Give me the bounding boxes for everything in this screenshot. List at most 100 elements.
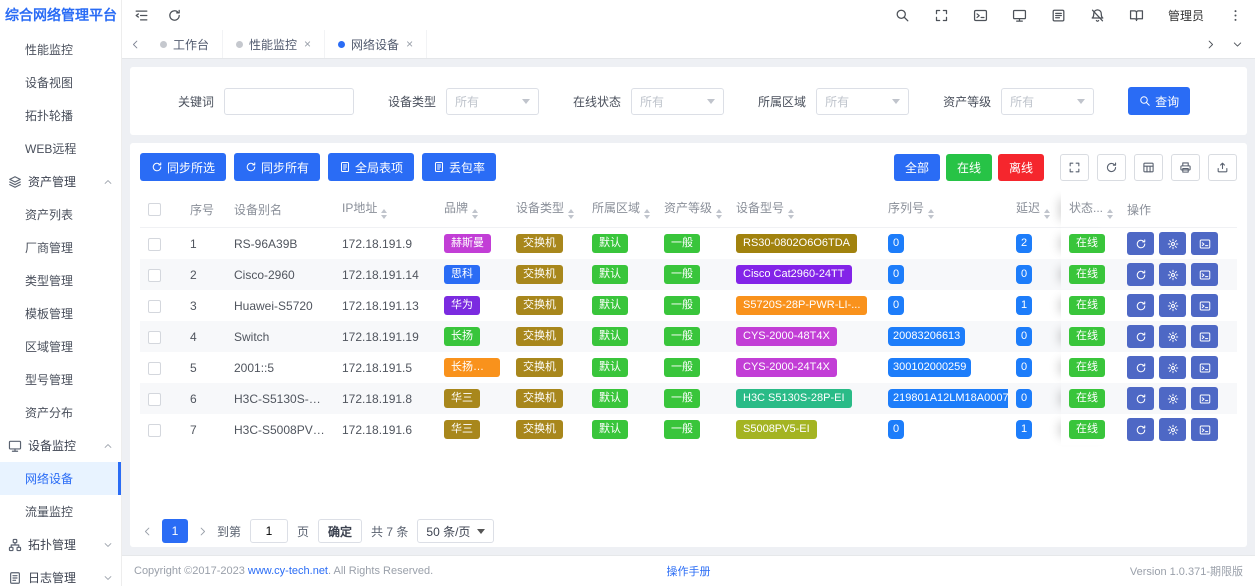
- tab-close-icon[interactable]: ×: [304, 38, 311, 50]
- sidebar-item-0[interactable]: 性能监控: [0, 33, 121, 66]
- column-header-status[interactable]: 状态...: [1061, 191, 1119, 228]
- sidebar-item-3[interactable]: WEB远程: [0, 132, 121, 165]
- status-filter-2[interactable]: 离线: [998, 154, 1044, 181]
- tab-2[interactable]: 网络设备×: [325, 30, 427, 58]
- tab-0[interactable]: 工作台: [147, 30, 223, 58]
- search-button[interactable]: 查询: [1128, 87, 1190, 115]
- more-icon[interactable]: [1228, 8, 1243, 23]
- row-checkbox[interactable]: [148, 393, 161, 406]
- sidebar-item-14[interactable]: 流量监控: [0, 495, 121, 528]
- keyword-input[interactable]: [224, 88, 354, 115]
- row-action-sync-button[interactable]: [1127, 232, 1154, 255]
- column-header-model[interactable]: 设备型号: [728, 191, 880, 228]
- sidebar-item-5[interactable]: 资产列表: [0, 198, 121, 231]
- toolbar-button-2[interactable]: 全局表项: [328, 153, 414, 181]
- sidebar-group-12[interactable]: 设备监控: [0, 429, 121, 462]
- refresh-icon[interactable]: [167, 8, 182, 23]
- tab-close-icon[interactable]: ×: [406, 38, 413, 50]
- columns-icon[interactable]: [1134, 154, 1163, 181]
- sidebar-item-8[interactable]: 模板管理: [0, 297, 121, 330]
- row-checkbox[interactable]: [148, 424, 161, 437]
- monitor-icon[interactable]: [1012, 8, 1027, 23]
- sidebar-item-13[interactable]: 网络设备: [0, 462, 121, 495]
- column-header-ip[interactable]: IP地址: [334, 191, 436, 228]
- tabs-scroll-right-icon[interactable]: [1205, 39, 1216, 50]
- sort-icon[interactable]: [716, 209, 722, 219]
- sort-icon[interactable]: [472, 209, 478, 219]
- page-size-select[interactable]: 50 条/页: [417, 519, 494, 543]
- sidebar-item-11[interactable]: 资产分布: [0, 396, 121, 429]
- row-action-sync-button[interactable]: [1127, 325, 1154, 348]
- sort-icon[interactable]: [788, 209, 794, 219]
- sidebar-item-7[interactable]: 类型管理: [0, 264, 121, 297]
- row-action-terminal-button[interactable]: [1191, 232, 1218, 255]
- sort-icon[interactable]: [928, 209, 934, 219]
- manual-link[interactable]: 操作手册: [667, 563, 711, 579]
- terminal-icon[interactable]: [973, 8, 988, 23]
- filter-select-3[interactable]: 所有: [1001, 88, 1094, 115]
- toolbar-button-3[interactable]: 丢包率: [422, 153, 496, 181]
- collapse-menu-icon[interactable]: [134, 8, 149, 23]
- select-all-checkbox[interactable]: [148, 203, 161, 216]
- row-checkbox[interactable]: [148, 269, 161, 282]
- row-action-gear-button[interactable]: [1159, 387, 1186, 410]
- row-action-terminal-button[interactable]: [1191, 356, 1218, 379]
- filter-select-0[interactable]: 所有: [446, 88, 539, 115]
- website-link[interactable]: www.cy-tech.net: [248, 565, 328, 577]
- sort-icon[interactable]: [644, 209, 650, 219]
- expand-icon[interactable]: [1060, 154, 1089, 181]
- sort-icon[interactable]: [568, 209, 574, 219]
- goto-page-input[interactable]: [250, 519, 288, 543]
- search-icon[interactable]: [895, 8, 910, 23]
- row-checkbox[interactable]: [148, 362, 161, 375]
- row-checkbox[interactable]: [148, 331, 161, 344]
- user-menu[interactable]: 管理员: [1168, 7, 1204, 24]
- column-header-region[interactable]: 所属区域: [584, 191, 656, 228]
- fullscreen-icon[interactable]: [934, 8, 949, 23]
- column-header-level[interactable]: 资产等级: [656, 191, 728, 228]
- tabs-menu-chevron-down-icon[interactable]: [1232, 39, 1243, 50]
- sidebar-item-9[interactable]: 区域管理: [0, 330, 121, 363]
- row-action-sync-button[interactable]: [1127, 387, 1154, 410]
- row-action-gear-button[interactable]: [1159, 232, 1186, 255]
- row-action-gear-button[interactable]: [1159, 263, 1186, 286]
- sort-icon[interactable]: [381, 209, 387, 219]
- row-action-sync-button[interactable]: [1127, 356, 1154, 379]
- row-action-sync-button[interactable]: [1127, 294, 1154, 317]
- row-checkbox[interactable]: [148, 238, 161, 251]
- sidebar-group-15[interactable]: 拓扑管理: [0, 528, 121, 561]
- row-action-terminal-button[interactable]: [1191, 418, 1218, 441]
- sidebar-group-16[interactable]: 日志管理: [0, 561, 121, 586]
- sidebar-group-4[interactable]: 资产管理: [0, 165, 121, 198]
- filter-select-1[interactable]: 所有: [631, 88, 724, 115]
- book-icon[interactable]: [1129, 8, 1144, 23]
- sort-icon[interactable]: [1107, 209, 1113, 219]
- sidebar-item-10[interactable]: 型号管理: [0, 363, 121, 396]
- row-action-gear-button[interactable]: [1159, 356, 1186, 379]
- filter-select-2[interactable]: 所有: [816, 88, 909, 115]
- sidebar-item-6[interactable]: 厂商管理: [0, 231, 121, 264]
- printer-icon[interactable]: [1171, 154, 1200, 181]
- row-action-gear-button[interactable]: [1159, 325, 1186, 348]
- toolbar-button-1[interactable]: 同步所有: [234, 153, 320, 181]
- column-header-delay[interactable]: 延迟: [1008, 191, 1060, 228]
- prev-page-icon[interactable]: [142, 526, 153, 537]
- column-header-brand[interactable]: 品牌: [436, 191, 508, 228]
- column-header-type[interactable]: 设备类型: [508, 191, 584, 228]
- page-number-button[interactable]: 1: [162, 519, 188, 543]
- toolbar-button-0[interactable]: 同步所选: [140, 153, 226, 181]
- sidebar-item-2[interactable]: 拓扑轮播: [0, 99, 121, 132]
- row-action-terminal-button[interactable]: [1191, 263, 1218, 286]
- list-icon[interactable]: [1051, 8, 1066, 23]
- column-header-serial[interactable]: 序列号: [880, 191, 1008, 228]
- next-page-icon[interactable]: [197, 526, 208, 537]
- refresh-icon[interactable]: [1097, 154, 1126, 181]
- tabs-scroll-left-icon[interactable]: [130, 39, 141, 50]
- row-action-terminal-button[interactable]: [1191, 325, 1218, 348]
- row-action-gear-button[interactable]: [1159, 418, 1186, 441]
- status-filter-1[interactable]: 在线: [946, 154, 992, 181]
- row-action-sync-button[interactable]: [1127, 263, 1154, 286]
- row-action-terminal-button[interactable]: [1191, 294, 1218, 317]
- sidebar-item-1[interactable]: 设备视图: [0, 66, 121, 99]
- row-action-sync-button[interactable]: [1127, 418, 1154, 441]
